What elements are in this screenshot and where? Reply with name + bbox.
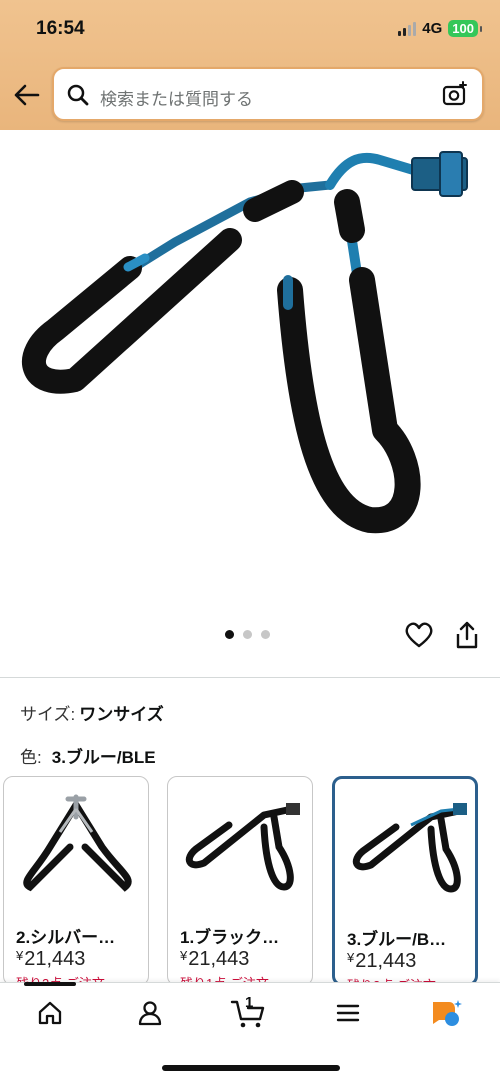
camera-icon[interactable] — [442, 81, 468, 107]
network-type: 4G — [422, 20, 443, 37]
heart-icon — [405, 622, 433, 648]
variant-price: ¥21,443 — [180, 948, 250, 970]
back-button[interactable] — [12, 80, 42, 110]
surf-rack-illustration — [22, 151, 468, 534]
nav-home[interactable] — [32, 996, 68, 1030]
share-button[interactable] — [454, 620, 480, 655]
size-label: サイズ: — [20, 705, 76, 724]
active-tab-indicator — [24, 982, 76, 986]
variant-thumbnail — [185, 803, 300, 891]
search-input[interactable]: 検索または質問する — [52, 67, 484, 121]
variant-card-blue[interactable]: 3.ブルー/B… ¥21,443 残り2点 ご注文 — [332, 776, 478, 986]
home-indicator — [162, 1065, 340, 1071]
arrow-left-icon — [14, 84, 40, 106]
battery-icon: 100 — [448, 20, 482, 37]
nav-account[interactable] — [132, 996, 168, 1030]
product-image[interactable] — [0, 130, 500, 620]
account-icon — [138, 1001, 162, 1026]
nav-assistant[interactable] — [428, 996, 464, 1030]
color-label: 色: — [20, 748, 42, 767]
variant-name: 1.ブラック… — [180, 928, 280, 947]
pagination-dot[interactable] — [261, 630, 270, 639]
wishlist-button[interactable] — [405, 622, 433, 653]
size-selector: サイズ: ワンサイズ — [20, 700, 164, 725]
cart-count: 1 — [245, 994, 254, 1011]
signal-icon — [398, 21, 417, 36]
menu-icon — [336, 1004, 360, 1022]
variant-name: 3.ブルー/B… — [347, 930, 447, 949]
share-icon — [456, 621, 478, 649]
header: 16:54 4G 100 検索または質問する — [0, 0, 500, 130]
size-value: ワンサイズ — [79, 705, 164, 724]
nav-menu[interactable] — [330, 996, 366, 1030]
home-icon — [38, 1001, 62, 1025]
divider — [0, 677, 500, 678]
variant-card-black[interactable]: 1.ブラック… ¥21,443 残り1点 ご注文 — [167, 776, 313, 986]
variant-thumbnail — [23, 794, 132, 892]
color-value: 3.ブルー/BLE — [51, 748, 156, 767]
pagination-dot[interactable] — [225, 630, 234, 639]
assistant-icon — [433, 1000, 462, 1026]
image-pagination-dots[interactable] — [225, 630, 270, 639]
status-time: 16:54 — [36, 18, 85, 39]
variant-price: ¥21,443 — [347, 950, 417, 972]
nav-cart[interactable]: 1 — [230, 994, 266, 1030]
status-indicators: 4G 100 — [398, 20, 482, 37]
variant-thumbnail — [352, 803, 467, 893]
search-placeholder: 検索または質問する — [100, 90, 253, 109]
variant-name: 2.シルバー… — [16, 928, 116, 947]
pagination-dot[interactable] — [243, 630, 252, 639]
variant-card-silver[interactable]: 2.シルバー… ¥21,443 残り2点 ご注文 — [3, 776, 149, 986]
search-icon — [67, 84, 89, 106]
color-selector: 色: 3.ブルー/BLE — [20, 743, 156, 768]
variant-price: ¥21,443 — [16, 948, 86, 970]
